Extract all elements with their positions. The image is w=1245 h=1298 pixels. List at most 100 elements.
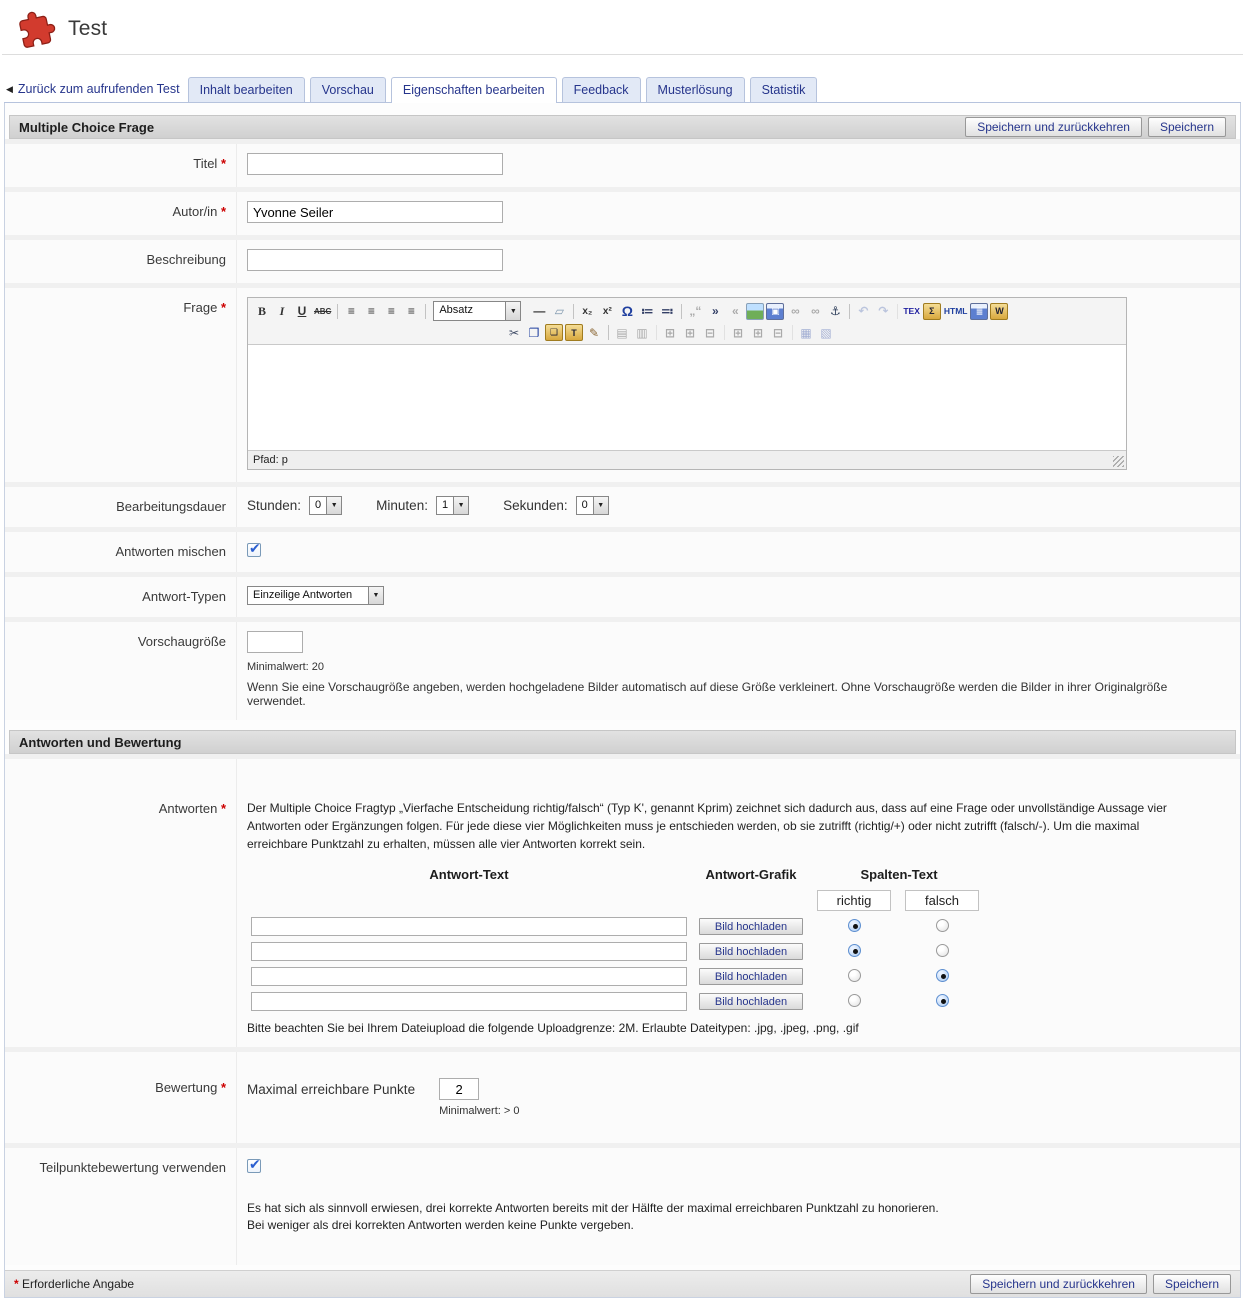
upload-image-button[interactable]: Bild hochladen xyxy=(699,993,803,1010)
teilpunkte-hint-line2: Bei weniger als drei korrekten Antworten… xyxy=(247,1217,1226,1234)
edit-image-icon[interactable]: ✎ xyxy=(585,324,603,341)
superscript-icon[interactable]: x² xyxy=(598,303,616,320)
max-punkte-input[interactable] xyxy=(439,1078,479,1100)
paste-word-icon[interactable]: W xyxy=(990,303,1008,320)
indent-icon[interactable]: » xyxy=(706,303,724,320)
radio-richtig[interactable] xyxy=(848,994,861,1007)
chevron-down-icon: ▼ xyxy=(505,302,520,320)
special-character-icon[interactable]: Ω xyxy=(618,303,636,320)
teilpunkte-checkbox[interactable] xyxy=(247,1159,261,1173)
html-source-icon[interactable]: HTML xyxy=(943,303,969,320)
radio-falsch[interactable] xyxy=(936,969,949,982)
strikethrough-icon[interactable]: ABC xyxy=(313,303,332,320)
remove-format-icon[interactable]: ▱ xyxy=(550,303,568,320)
teilpunkte-label: Teilpunktebewertung verwenden xyxy=(40,1160,226,1175)
save-and-return-button[interactable]: Speichern und zurückkehren xyxy=(970,1274,1147,1294)
insert-image-icon[interactable] xyxy=(746,303,764,320)
required-star: * xyxy=(221,156,226,171)
radio-richtig[interactable] xyxy=(848,969,861,982)
preview-icon[interactable]: ≣ xyxy=(970,303,988,320)
save-button[interactable]: Speichern xyxy=(1153,1274,1231,1294)
antworten-mischen-checkbox[interactable] xyxy=(247,543,261,557)
answer-text-input[interactable] xyxy=(251,992,687,1011)
merge-cells-icon[interactable]: ▧ xyxy=(817,324,835,341)
autor-input[interactable] xyxy=(247,201,503,223)
insert-table-icon[interactable]: ▦ xyxy=(797,324,815,341)
tab-inhalt-bearbeiten[interactable]: Inhalt bearbeiten xyxy=(188,77,305,102)
table-cell-properties-icon[interactable]: ▥ xyxy=(633,324,651,341)
blockquote-icon[interactable]: „“ xyxy=(686,303,704,320)
save-and-return-button[interactable]: Speichern und zurückkehren xyxy=(965,117,1142,137)
required-star: * xyxy=(221,300,226,315)
beschreibung-input[interactable] xyxy=(247,249,503,271)
numbered-list-icon[interactable]: ≕ xyxy=(658,303,676,320)
titel-label: Titel xyxy=(193,156,217,171)
horizontal-rule-icon[interactable]: — xyxy=(530,303,548,320)
paste-latex-icon[interactable]: Σ xyxy=(923,303,941,320)
align-justify-icon[interactable]: ≡ xyxy=(402,303,420,320)
unlink-icon[interactable]: ∞ xyxy=(806,303,824,320)
radio-falsch[interactable] xyxy=(936,919,949,932)
insert-row-before-icon[interactable]: ⊞ xyxy=(661,324,679,341)
section-header-multiple-choice: Multiple Choice Frage Speichern und zurü… xyxy=(9,115,1236,139)
tex-icon[interactable]: TEX xyxy=(902,303,921,320)
redo-icon[interactable]: ↷ xyxy=(874,303,892,320)
tab-feedback[interactable]: Feedback xyxy=(562,77,641,102)
answer-text-input[interactable] xyxy=(251,917,687,936)
stunden-select[interactable]: 0 ▼ xyxy=(309,496,342,515)
save-button[interactable]: Speichern xyxy=(1148,117,1226,137)
table-row-properties-icon[interactable]: ▤ xyxy=(613,324,631,341)
paragraph-format-select[interactable]: Absatz ▼ xyxy=(433,301,521,321)
subscript-icon[interactable]: x₂ xyxy=(578,303,596,320)
link-icon[interactable]: ∞ xyxy=(786,303,804,320)
punkte-min-hint: Minimalwert: > 0 xyxy=(439,1105,519,1117)
cut-icon[interactable]: ✂ xyxy=(505,324,523,341)
insert-column-after-icon[interactable]: ⊞ xyxy=(749,324,767,341)
bold-icon[interactable]: B xyxy=(253,303,271,320)
back-link[interactable]: ◀ Zurück zum aufrufenden Test xyxy=(4,77,188,102)
row-antworten-mischen: Antworten mischen xyxy=(5,527,1240,572)
upload-image-button[interactable]: Bild hochladen xyxy=(699,943,803,960)
align-center-icon[interactable]: ≡ xyxy=(362,303,380,320)
bullet-list-icon[interactable]: ≔ xyxy=(638,303,656,320)
align-left-icon[interactable]: ≡ xyxy=(342,303,360,320)
richtig-column-header: richtig xyxy=(817,890,891,911)
editor-content-area[interactable] xyxy=(248,344,1126,450)
required-star: * xyxy=(14,1277,19,1291)
max-punkte-label: Maximal erreichbare Punkte xyxy=(247,1078,415,1097)
insert-row-after-icon[interactable]: ⊞ xyxy=(681,324,699,341)
align-right-icon[interactable]: ≡ xyxy=(382,303,400,320)
beschreibung-label: Beschreibung xyxy=(147,252,227,267)
underline-icon[interactable]: U xyxy=(293,303,311,320)
answer-text-input[interactable] xyxy=(251,967,687,986)
paste-text-icon[interactable]: T xyxy=(565,324,583,341)
minuten-select[interactable]: 1 ▼ xyxy=(436,496,469,515)
delete-column-icon[interactable]: ⊟ xyxy=(769,324,787,341)
upload-image-button[interactable]: Bild hochladen xyxy=(699,918,803,935)
radio-falsch[interactable] xyxy=(936,994,949,1007)
image-properties-icon[interactable]: ▣ xyxy=(766,303,784,320)
tab-vorschau[interactable]: Vorschau xyxy=(310,77,386,102)
delete-row-icon[interactable]: ⊟ xyxy=(701,324,719,341)
teilpunkte-hint-line1: Es hat sich als sinnvoll erwiesen, drei … xyxy=(247,1200,1226,1217)
titel-input[interactable] xyxy=(247,153,503,175)
copy-icon[interactable]: ❐ xyxy=(525,324,543,341)
undo-icon[interactable]: ↶ xyxy=(854,303,872,320)
paste-icon[interactable]: ❏ xyxy=(545,324,563,341)
tab-statistik[interactable]: Statistik xyxy=(750,77,818,102)
radio-falsch[interactable] xyxy=(936,944,949,957)
insert-column-before-icon[interactable]: ⊞ xyxy=(729,324,747,341)
radio-richtig[interactable] xyxy=(848,919,861,932)
outdent-icon[interactable]: « xyxy=(726,303,744,320)
tab-musterloesung[interactable]: Musterlösung xyxy=(646,77,745,102)
answer-text-input[interactable] xyxy=(251,942,687,961)
italic-icon[interactable]: I xyxy=(273,303,291,320)
sekunden-select[interactable]: 0 ▼ xyxy=(576,496,609,515)
tab-eigenschaften-bearbeiten[interactable]: Eigenschaften bearbeiten xyxy=(391,77,557,103)
vorschaugroesse-hint: Wenn Sie eine Vorschaugröße angeben, wer… xyxy=(247,680,1226,708)
antwort-typen-select[interactable]: Einzeilige Antworten ▼ xyxy=(247,586,384,605)
radio-richtig[interactable] xyxy=(848,944,861,957)
anchor-icon[interactable]: ⚓ xyxy=(826,303,844,320)
upload-image-button[interactable]: Bild hochladen xyxy=(699,968,803,985)
vorschaugroesse-input[interactable] xyxy=(247,631,303,653)
